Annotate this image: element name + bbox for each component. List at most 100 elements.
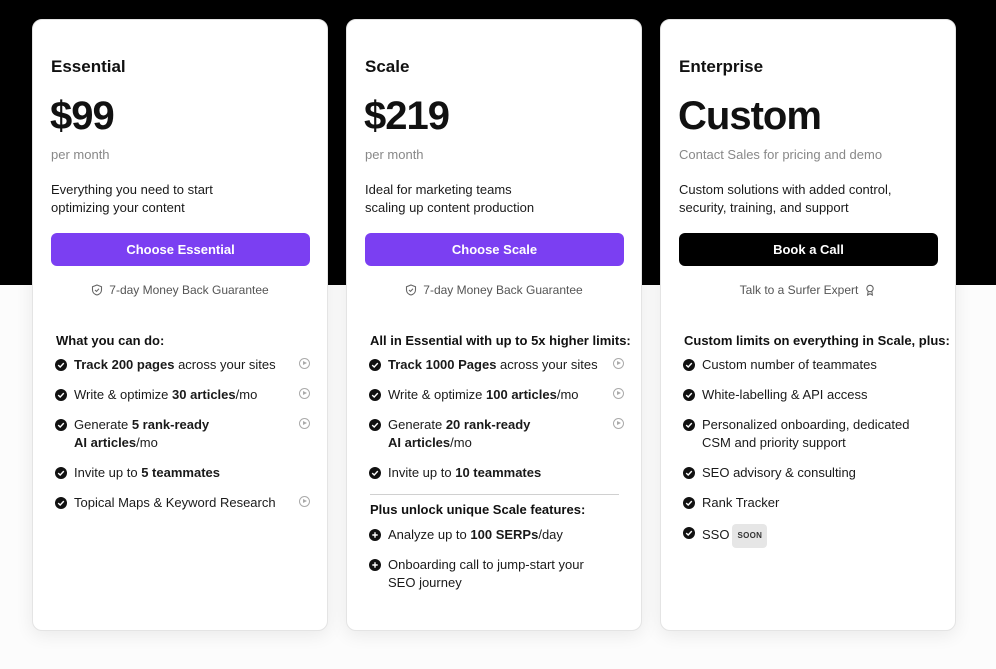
feature-bold: 100 SERPs — [470, 527, 539, 542]
feature-text: SEO advisory & consulting — [702, 465, 856, 480]
soon-badge: SOON — [732, 524, 768, 548]
features-title: Custom limits on everything in Scale, pl… — [684, 333, 950, 348]
money-back-guarantee: 7-day Money Back Guarantee — [33, 283, 327, 297]
check-icon — [369, 467, 381, 479]
plan-description: Ideal for marketing teams scaling up con… — [365, 181, 625, 217]
play-info-icon[interactable] — [299, 388, 310, 399]
play-info-icon[interactable] — [299, 496, 310, 507]
check-icon — [683, 389, 695, 401]
plus-icon — [369, 559, 381, 571]
check-icon — [683, 419, 695, 431]
feature-item: Write & optimize 30 articles/mo — [55, 386, 310, 416]
plan-description: Everything you need to start optimizing … — [51, 181, 311, 217]
feature-bold: 5 rank-ready — [131, 417, 210, 432]
play-info-icon[interactable] — [613, 418, 624, 429]
feature-text: Custom number of teammates — [702, 357, 877, 372]
feature-text: Analyze up to — [388, 527, 471, 542]
feature-bold: 30 articles — [172, 387, 236, 402]
check-icon — [683, 467, 695, 479]
money-back-guarantee: 7-day Money Back Guarantee — [347, 283, 641, 297]
plan-name: Enterprise — [679, 57, 764, 76]
unlock-feature-list: Analyze up to 100 SERPs/day Onboarding c… — [369, 526, 624, 604]
feature-text: /mo — [450, 435, 472, 450]
choose-scale-button[interactable]: Choose Scale — [365, 233, 624, 266]
book-a-call-button[interactable]: Book a Call — [679, 233, 938, 266]
feature-text: Write & optimize — [388, 387, 487, 402]
feature-bold: 5 teammates — [141, 465, 220, 480]
feature-item: Analyze up to 100 SERPs/day — [369, 526, 624, 556]
unlock-title: Plus unlock unique Scale features: — [370, 502, 586, 517]
guarantee-text: 7-day Money Back Guarantee — [109, 283, 269, 297]
play-info-icon[interactable] — [299, 418, 310, 429]
play-info-icon[interactable] — [299, 358, 310, 369]
plan-period: Contact Sales for pricing and demo — [679, 147, 883, 162]
feature-item: Onboarding call to jump-start your SEO j… — [369, 556, 624, 604]
feature-item: SEO advisory & consulting — [683, 464, 938, 494]
plan-name: Scale — [365, 57, 410, 76]
feature-item: SSO SOON — [683, 524, 938, 554]
plan-price: Custom — [678, 94, 822, 138]
check-icon — [55, 497, 67, 509]
feature-item: Invite up to 5 teammates — [55, 464, 310, 494]
feature-text: Invite up to — [388, 465, 456, 480]
feature-bold: Track 200 pages — [74, 357, 175, 372]
feature-text: Generate — [388, 417, 446, 432]
feature-bold: 20 rank-ready — [445, 417, 531, 432]
play-info-icon[interactable] — [613, 388, 624, 399]
feature-item: Track 1000 Pages across your sites — [369, 356, 624, 386]
talk-to-expert[interactable]: Talk to a Surfer Expert — [661, 283, 955, 297]
plan-card-enterprise: Enterprise Custom Contact Sales for pric… — [660, 19, 956, 631]
feature-text: SSO — [702, 527, 730, 542]
shield-icon — [92, 284, 103, 296]
plus-icon — [369, 529, 381, 541]
shield-icon — [406, 284, 417, 296]
award-icon — [866, 284, 875, 296]
plan-name: Essential — [51, 57, 126, 76]
choose-essential-button[interactable]: Choose Essential — [51, 233, 310, 266]
feature-text: /day — [538, 527, 563, 542]
feature-list: Track 200 pages across your sites Write … — [55, 356, 310, 524]
plan-description-line: Ideal for marketing teams — [365, 182, 512, 197]
guarantee-text: 7-day Money Back Guarantee — [423, 283, 583, 297]
check-icon — [55, 389, 67, 401]
check-icon — [369, 419, 381, 431]
feature-text: Rank Tracker — [702, 495, 780, 510]
feature-list: Custom number of teammates White-labelli… — [683, 356, 938, 554]
check-icon — [55, 419, 67, 431]
check-icon — [683, 527, 695, 539]
plan-description-line: security, training, and support — [679, 200, 849, 215]
plan-description-line: Custom solutions with added control, — [679, 182, 892, 197]
feature-text: across your sites — [174, 357, 276, 372]
check-icon — [369, 359, 381, 371]
plan-period: per month — [365, 147, 424, 162]
plan-description-line: scaling up content production — [365, 200, 535, 215]
check-icon — [683, 359, 695, 371]
play-info-icon[interactable] — [613, 358, 624, 369]
feature-bold: Track 1000 Pages — [388, 357, 497, 372]
plan-period: per month — [51, 147, 110, 162]
plan-price: $99 — [50, 94, 115, 138]
feature-text: Onboarding call to jump-start your — [388, 557, 584, 572]
feature-text: Invite up to — [74, 465, 142, 480]
plan-description-line: Everything you need to start — [51, 182, 213, 197]
feature-text: /mo — [556, 387, 579, 402]
feature-item: Invite up to 10 teammates — [369, 464, 624, 494]
feature-text: Personalized onboarding, dedicated — [702, 417, 910, 432]
feature-text: Write & optimize — [74, 387, 173, 402]
feature-bold: AI articles — [74, 435, 137, 450]
feature-item: White-labelling & API access — [683, 386, 938, 416]
talk-to-expert-text: Talk to a Surfer Expert — [739, 283, 859, 297]
features-title: What you can do: — [56, 333, 165, 348]
feature-text: Topical Maps & Keyword Research — [74, 495, 276, 510]
feature-item: Track 200 pages across your sites — [55, 356, 310, 386]
feature-item: Personalized onboarding, dedicated CSM a… — [683, 416, 938, 464]
plan-description-line: optimizing your content — [51, 200, 185, 215]
plan-description: Custom solutions with added control, sec… — [679, 181, 939, 217]
feature-text: across your sites — [496, 357, 598, 372]
feature-text: Generate — [74, 417, 132, 432]
check-icon — [55, 467, 67, 479]
features-title: All in Essential with up to 5x higher li… — [370, 333, 631, 348]
feature-item: Write & optimize 100 articles/mo — [369, 386, 624, 416]
feature-list: Track 1000 Pages across your sites Write… — [369, 356, 624, 494]
check-icon — [683, 497, 695, 509]
